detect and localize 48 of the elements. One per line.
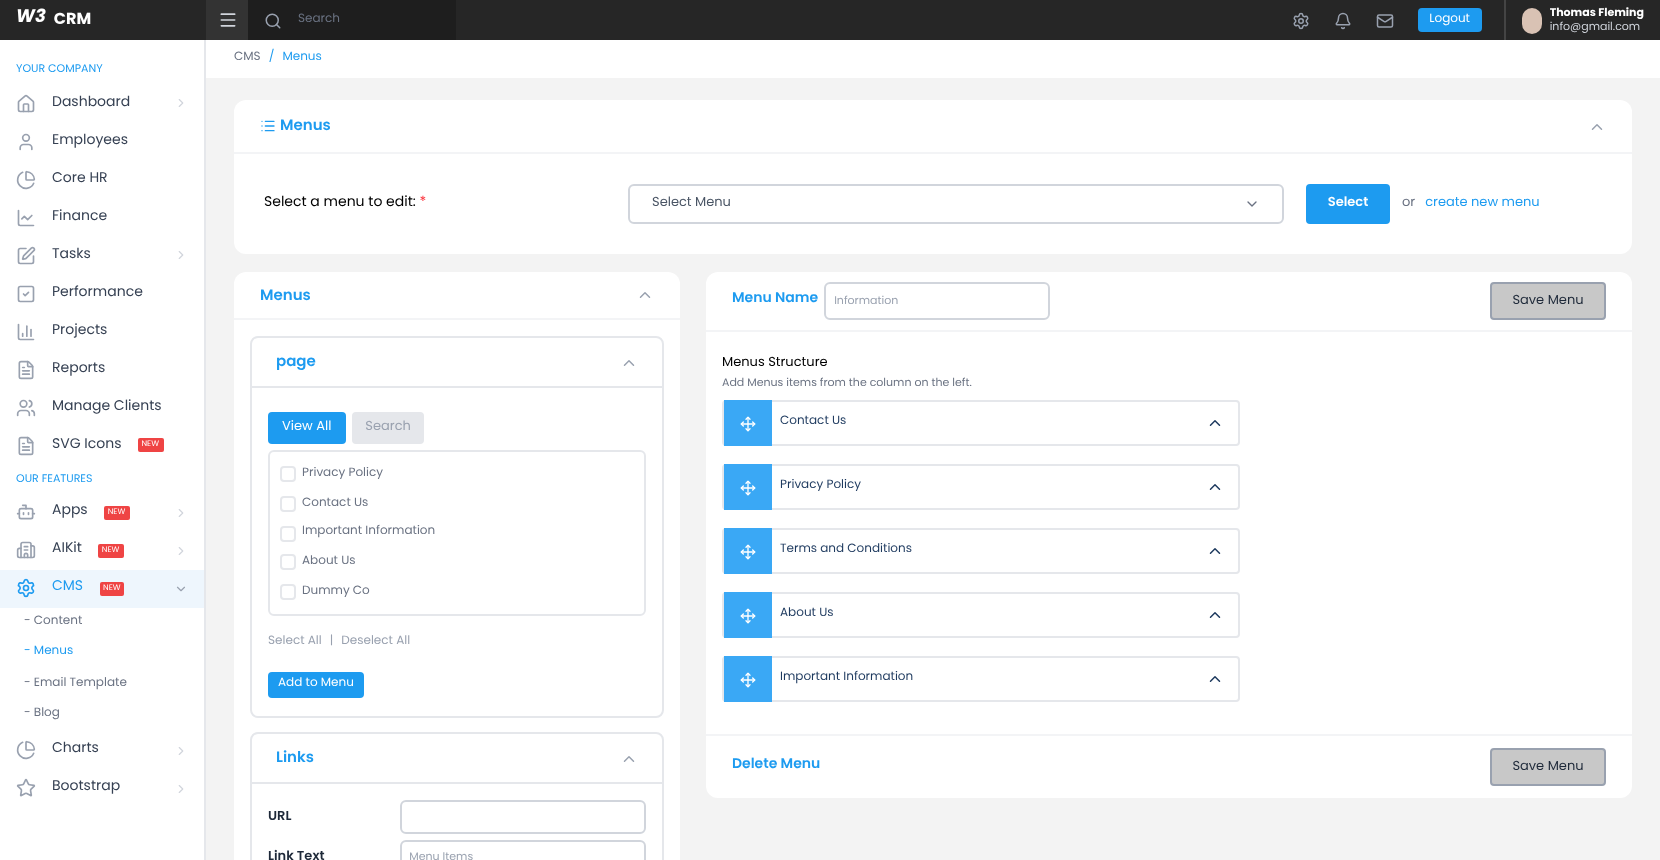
mail-icon[interactable] bbox=[1375, 11, 1394, 29]
checkbox[interactable] bbox=[280, 496, 296, 513]
move-icon bbox=[740, 479, 756, 495]
drag-handle[interactable] bbox=[724, 400, 772, 446]
checkbox[interactable] bbox=[280, 466, 296, 483]
users-icon bbox=[16, 397, 36, 418]
user-icon bbox=[16, 131, 36, 152]
collapse-icon[interactable] bbox=[636, 286, 654, 304]
line-chart-icon bbox=[16, 207, 36, 228]
checkbox-icon bbox=[16, 283, 36, 304]
pie-chart-icon bbox=[16, 169, 36, 190]
chevron-up-icon[interactable] bbox=[1206, 542, 1224, 560]
chevron-up-icon[interactable] bbox=[1206, 670, 1224, 688]
star-icon bbox=[16, 778, 36, 798]
chevron-up-icon[interactable] bbox=[1206, 478, 1224, 496]
drag-handle[interactable] bbox=[724, 464, 772, 510]
building-icon bbox=[16, 540, 36, 560]
chevron-up-icon[interactable] bbox=[1206, 414, 1224, 432]
home-icon bbox=[16, 93, 36, 114]
list-icon bbox=[260, 118, 276, 134]
robot-icon bbox=[16, 502, 36, 522]
bar-chart-icon bbox=[16, 321, 36, 342]
input-field[interactable] bbox=[399, 800, 646, 834]
move-icon bbox=[740, 543, 756, 559]
logo-mark: W3 bbox=[16, 6, 46, 34]
document-icon bbox=[16, 435, 36, 456]
checkbox[interactable] bbox=[280, 554, 296, 571]
logo-text: CRM bbox=[53, 8, 92, 32]
drag-handle[interactable] bbox=[724, 592, 772, 638]
move-icon bbox=[740, 415, 756, 431]
move-icon bbox=[740, 607, 756, 623]
pie-chart-icon bbox=[16, 740, 36, 760]
search-icon bbox=[264, 11, 282, 29]
settings-icon[interactable] bbox=[1291, 11, 1310, 29]
checkbox[interactable] bbox=[280, 525, 296, 542]
chevron-up-icon[interactable] bbox=[1206, 606, 1224, 624]
avatar[interactable] bbox=[1522, 7, 1542, 33]
drag-handle[interactable] bbox=[724, 528, 772, 574]
chevron-down-icon bbox=[1244, 196, 1260, 212]
checkbox[interactable] bbox=[280, 584, 296, 601]
settings-icon bbox=[16, 578, 36, 598]
edit-icon bbox=[16, 245, 36, 266]
menu-button[interactable] bbox=[206, 0, 248, 40]
drag-handle[interactable] bbox=[724, 656, 772, 702]
menu-icon bbox=[217, 10, 237, 30]
move-icon bbox=[740, 671, 756, 687]
bell-icon[interactable] bbox=[1333, 11, 1352, 29]
document-icon bbox=[16, 359, 36, 380]
